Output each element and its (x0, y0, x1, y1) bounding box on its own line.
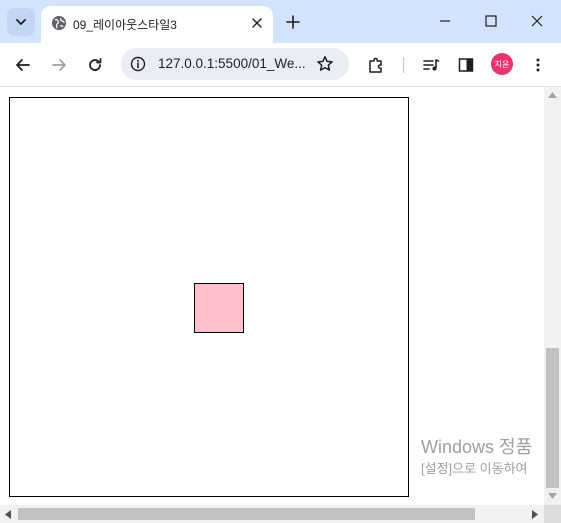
maximize-button[interactable] (479, 9, 503, 33)
minimize-icon (440, 20, 450, 22)
minimize-button[interactable] (433, 9, 457, 33)
forward-button[interactable] (46, 52, 72, 78)
info-icon[interactable] (130, 56, 146, 72)
scroll-up-arrow-icon[interactable] (548, 92, 557, 98)
star-icon[interactable] (316, 55, 334, 73)
vertical-scroll-thumb[interactable] (546, 348, 559, 488)
globe-icon (52, 16, 66, 30)
scroll-right-arrow-icon[interactable] (532, 510, 538, 519)
side-panel-button[interactable] (453, 52, 479, 78)
tab-title: 09_레이아웃스타일3 (73, 18, 177, 32)
media-controls-button[interactable] (418, 52, 444, 78)
side-panel-icon (458, 58, 474, 72)
vertical-scrollbar[interactable] (544, 87, 561, 505)
toolbar-separator (403, 57, 404, 73)
address-bar[interactable]: 127.0.0.1:5500/01_We... (121, 48, 349, 80)
close-icon (531, 15, 543, 27)
puzzle-icon (369, 57, 382, 73)
windows-activation-subtitle: [설정]으로 이동하여 (421, 461, 528, 476)
window-close-button[interactable] (525, 9, 549, 33)
tab-search-button[interactable] (7, 8, 35, 36)
media-queue-icon (423, 59, 440, 71)
close-icon (252, 18, 262, 28)
reload-button[interactable] (82, 52, 108, 78)
outer-box (9, 97, 409, 497)
plus-icon (286, 15, 300, 29)
new-tab-button[interactable] (282, 11, 304, 33)
arrow-right-icon (52, 59, 66, 71)
browser-menu-button[interactable] (525, 52, 551, 78)
browser-window: 09_레이아웃스타일3 127.0.0.1:5500/01_We... 지윤 W… (0, 0, 561, 523)
maximize-icon (485, 15, 497, 27)
browser-toolbar: 127.0.0.1:5500/01_We... 지윤 (0, 43, 561, 86)
extensions-button[interactable] (363, 52, 389, 78)
horizontal-scrollbar[interactable] (0, 505, 544, 523)
arrow-left-icon (16, 59, 30, 71)
back-button[interactable] (10, 52, 36, 78)
scroll-left-arrow-icon[interactable] (5, 510, 11, 519)
tab-close-button[interactable] (249, 15, 265, 31)
more-vertical-icon (536, 58, 540, 72)
scrollbar-corner (544, 505, 561, 523)
profile-avatar[interactable]: 지윤 (491, 53, 513, 75)
tab-active[interactable]: 09_레이아웃스타일3 (41, 6, 273, 43)
url-text[interactable]: 127.0.0.1:5500/01_We... (158, 56, 306, 71)
windows-activation-title: Windows 정품 (421, 437, 533, 457)
horizontal-scroll-thumb[interactable] (18, 508, 475, 520)
pink-box (194, 283, 244, 333)
page-viewport[interactable]: Windows 정품 [설정]으로 이동하여 (0, 87, 544, 505)
reload-icon (89, 58, 102, 71)
scroll-down-arrow-icon[interactable] (548, 493, 557, 499)
chevron-down-icon (16, 19, 26, 25)
tab-strip: 09_레이아웃스타일3 (0, 0, 561, 43)
